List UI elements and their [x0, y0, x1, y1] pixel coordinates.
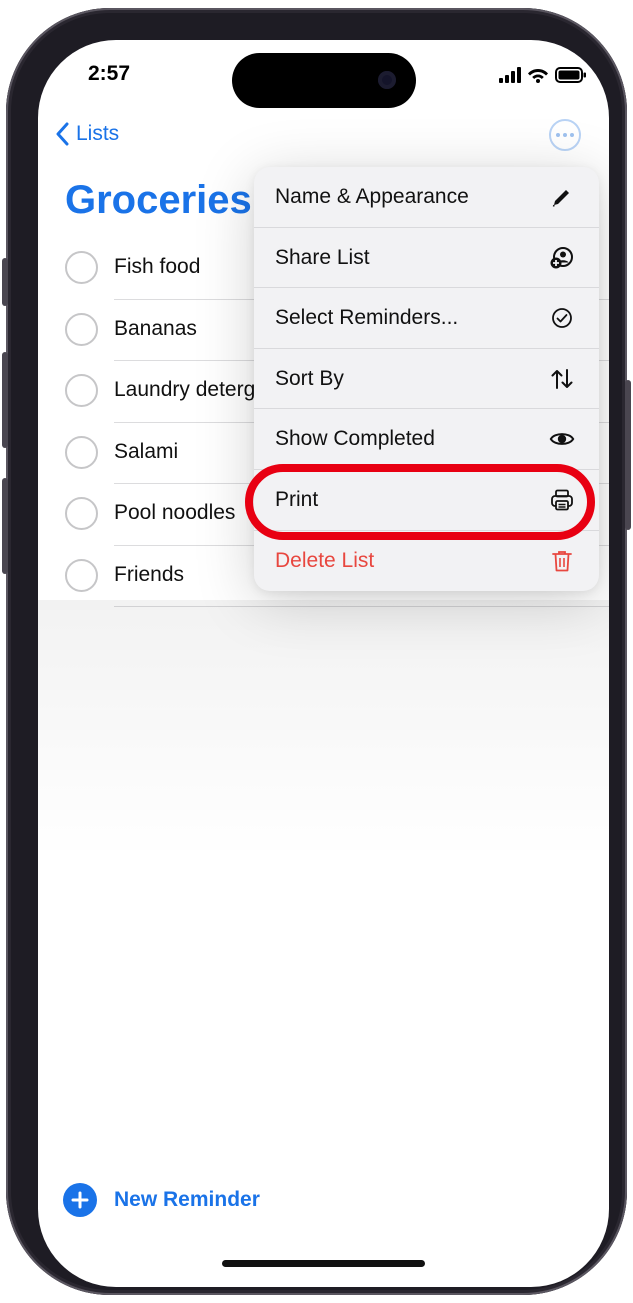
dynamic-island — [232, 53, 416, 108]
cellular-signal-icon — [499, 66, 521, 83]
screen: 2:57 Lists Groceries Fish food Bananas L… — [38, 40, 609, 1287]
ellipsis-dot — [570, 133, 574, 137]
menu-item-show-completed[interactable]: Show Completed — [254, 409, 599, 470]
volume-down-button — [2, 478, 8, 574]
menu-item-share-list[interactable]: Share List — [254, 228, 599, 289]
home-indicator — [222, 1260, 425, 1267]
reminder-title[interactable]: Pool noodles — [114, 501, 235, 525]
complete-toggle[interactable] — [65, 251, 98, 284]
volume-up-button — [2, 352, 8, 448]
ellipsis-circle-icon — [556, 133, 560, 137]
reminder-title[interactable]: Fish food — [114, 255, 200, 279]
action-button — [2, 258, 8, 306]
share-person-icon — [549, 245, 575, 271]
highlight-ring — [245, 464, 595, 540]
menu-item-label: Select Reminders... — [275, 306, 459, 330]
chevron-left-icon — [56, 122, 69, 146]
eye-icon — [549, 426, 575, 452]
complete-toggle[interactable] — [65, 497, 98, 530]
new-reminder-label: New Reminder — [114, 1188, 260, 1211]
complete-toggle[interactable] — [65, 558, 98, 592]
more-options-button[interactable] — [549, 119, 581, 151]
pencil-icon — [549, 184, 575, 210]
menu-item-label: Share List — [275, 245, 370, 269]
menu-item-select-reminders[interactable]: Select Reminders... — [254, 288, 599, 349]
menu-item-name-appearance[interactable]: Name & Appearance — [254, 167, 599, 228]
power-button — [625, 380, 631, 530]
ellipsis-dot — [563, 133, 567, 137]
plus-circle-icon — [63, 1183, 97, 1217]
back-label: Lists — [76, 122, 120, 145]
reminder-title[interactable]: Bananas — [114, 317, 197, 341]
reminder-title[interactable]: Salami — [114, 440, 178, 464]
trash-icon — [549, 548, 575, 574]
menu-item-label: Name & Appearance — [275, 185, 469, 208]
page-title: Groceries — [65, 178, 252, 222]
checkmark-circle-icon — [549, 305, 575, 331]
wifi-icon — [528, 69, 548, 83]
menu-item-label: Show Completed — [275, 427, 435, 451]
menu-item-label: Delete List — [275, 548, 375, 572]
status-icons — [499, 66, 587, 83]
new-reminder-button[interactable]: New Reminder — [63, 1183, 260, 1217]
back-button[interactable]: Lists — [56, 122, 119, 146]
camera-icon — [378, 71, 396, 89]
menu-item-label: Sort By — [275, 366, 344, 390]
complete-toggle[interactable] — [65, 312, 98, 346]
sort-arrows-icon — [549, 366, 575, 392]
complete-toggle[interactable] — [65, 435, 98, 469]
battery-icon — [555, 66, 586, 83]
status-time: 2:57 — [88, 62, 131, 85]
reminder-title[interactable]: Friends — [114, 563, 184, 587]
menu-shadow-overlay — [38, 600, 609, 860]
complete-toggle[interactable] — [65, 374, 98, 407]
menu-item-sort-by[interactable]: Sort By — [254, 349, 599, 410]
